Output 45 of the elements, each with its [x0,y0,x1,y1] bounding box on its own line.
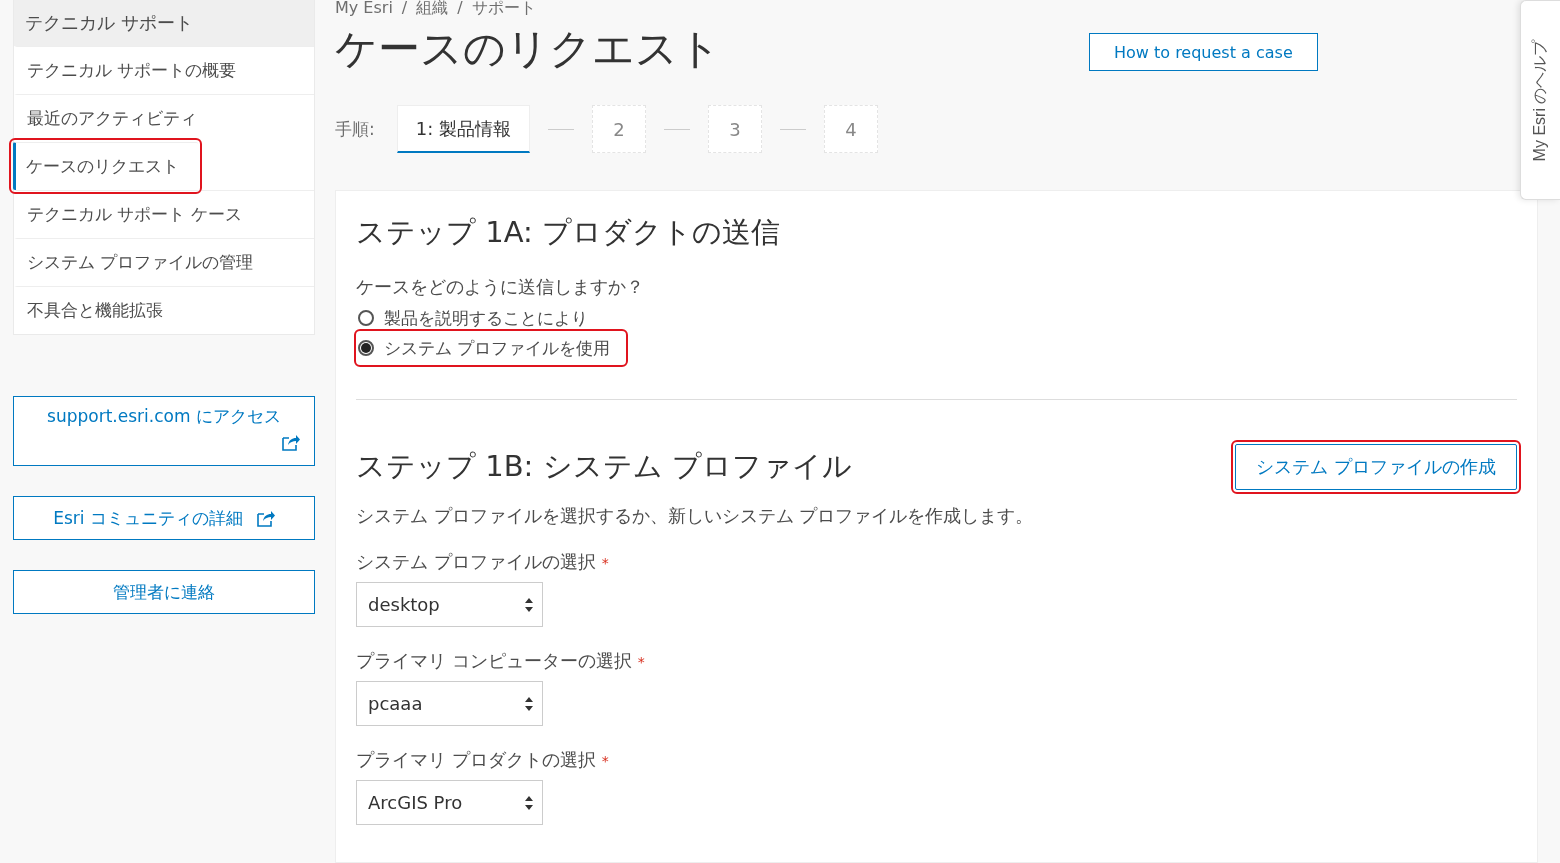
steps-label: 手順: [335,117,375,141]
breadcrumb-link[interactable]: My Esri [335,0,393,19]
link-button[interactable]: 管理者に連絡 [13,570,315,614]
sidebar-item[interactable]: テクニカル サポート ケース [14,190,314,238]
required-mark: * [601,753,609,769]
select-field[interactable]: desktop [356,582,543,627]
page-title: ケースのリクエスト [335,23,722,75]
question-text: ケースをどのように送信しますか？ [356,275,645,299]
breadcrumb-separator: / [457,0,463,19]
link-label: 管理者に連絡 [113,580,215,604]
required-mark: * [637,654,645,670]
link-label: support.esri.com にアクセス [47,405,281,428]
breadcrumb-separator: / [401,0,408,19]
sidebar-header: テクニカル サポート [14,0,314,46]
link-button[interactable]: support.esri.com にアクセス [13,396,315,466]
step-tab[interactable]: 4 [824,105,878,153]
spinner-arrows-icon [524,596,534,613]
description-text: システム プロファイルを選択するか、新しいシステム プロファイルを作成します。 [356,504,1035,528]
breadcrumb-link[interactable]: サポート [471,0,536,19]
link-button[interactable]: Esri コミュニティの詳細 [13,496,315,540]
radio-button[interactable] [358,310,374,326]
field-label: プライマリ コンピューターの選択 [356,650,632,671]
breadcrumb-link[interactable]: 組織 [416,0,449,19]
step-tab[interactable]: 2 [592,105,646,153]
radio-button[interactable] [358,340,374,356]
sidebar-item[interactable]: テクニカル サポートの概要 [14,46,314,94]
radio-option[interactable]: システム プロファイルを使用 [358,333,625,363]
select-field[interactable]: pcaaa [356,681,543,726]
radio-option[interactable]: 製品を説明することにより [358,303,602,333]
field-label: システム プロファイルの選択 [356,551,596,572]
help-button[interactable]: How to request a case [1089,33,1318,71]
link-label: Esri コミュニティの詳細 [53,506,243,530]
select-field[interactable]: ArcGIS Pro [356,780,543,825]
required-mark: * [601,555,609,571]
spinner-arrows-icon [524,695,534,712]
section-heading: ステップ 1A: プロダクトの送信 [356,214,781,251]
sidebar-item[interactable]: 不具合と機能拡張 [14,286,314,334]
step-tab[interactable]: 1: 製品情報 [396,105,530,153]
spinner-arrows-icon [524,794,534,811]
sidebar-item[interactable]: 最近のアクティビティ [14,94,314,142]
help-side-tab[interactable]: My Esri のヘルプ [1520,0,1560,200]
step-tab[interactable]: 3 [708,105,762,153]
field-label: プライマリ プロダクトの選択 [356,749,596,770]
sidebar-item[interactable]: システム プロファイルの管理 [14,238,314,286]
section-heading: ステップ 1B: システム プロファイル [356,448,852,485]
